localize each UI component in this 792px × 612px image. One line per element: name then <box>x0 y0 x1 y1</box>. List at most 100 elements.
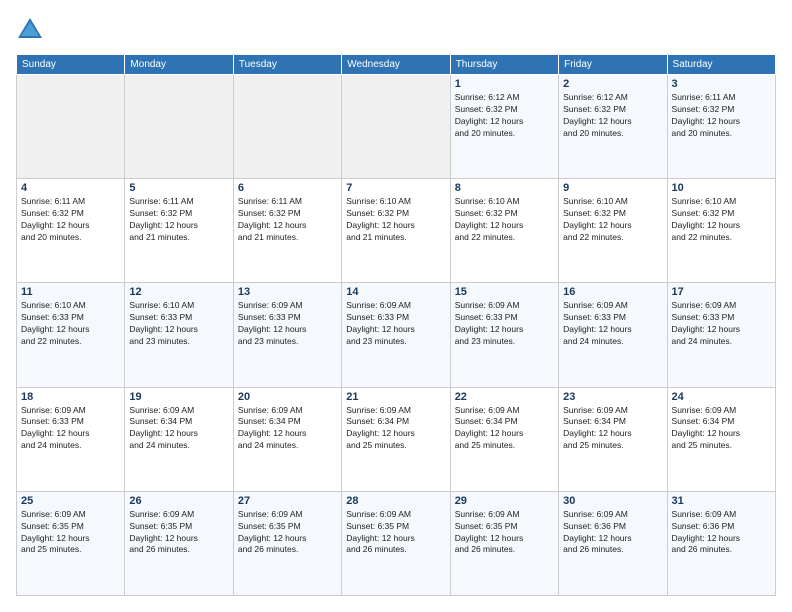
calendar-week-row: 4 Sunrise: 6:11 AMSunset: 6:32 PMDaylight… <box>17 179 776 283</box>
day-number: 11 <box>21 286 120 298</box>
day-info: Sunrise: 6:11 AMSunset: 6:32 PMDaylight:… <box>21 196 120 244</box>
day-info: Sunrise: 6:09 AMSunset: 6:34 PMDaylight:… <box>672 405 771 453</box>
calendar-cell: 3Sunrise: 6:11 AMSunset: 6:32 PMDaylight… <box>667 75 775 179</box>
logo-icon <box>16 16 44 44</box>
day-number: 20 <box>238 391 337 403</box>
day-info: Sunrise: 6:09 AMSunset: 6:34 PMDaylight:… <box>238 405 337 453</box>
day-number: 6 <box>238 182 337 194</box>
calendar-cell: 10 Sunrise: 6:10 AMSunset: 6:32 PMDayligh… <box>667 179 775 283</box>
day-number: 31 <box>672 495 771 507</box>
calendar-cell: 16 Sunrise: 6:09 AMSunset: 6:33 PMDayligh… <box>559 283 667 387</box>
calendar-cell: 26Sunrise: 6:09 AMSunset: 6:35 PMDayligh… <box>125 491 233 595</box>
header <box>16 16 776 44</box>
calendar-week-row: 18Sunrise: 6:09 AMSunset: 6:33 PMDayligh… <box>17 387 776 491</box>
calendar-cell <box>233 75 341 179</box>
calendar-cell: 28 Sunrise: 6:09 AMSunset: 6:35 PMDayligh… <box>342 491 450 595</box>
day-info: Sunrise: 6:09 AMSunset: 6:36 PMDaylight:… <box>563 509 662 557</box>
day-info: Sunrise: 6:09 AMSunset: 6:34 PMDaylight:… <box>129 405 228 453</box>
calendar-cell: 5 Sunrise: 6:11 AMSunset: 6:32 PMDaylight… <box>125 179 233 283</box>
day-number: 23 <box>563 391 662 403</box>
day-info: Sunrise: 6:11 AMSunset: 6:32 PMDaylight:… <box>129 196 228 244</box>
day-number: 4 <box>21 182 120 194</box>
calendar-cell: 8 Sunrise: 6:10 AMSunset: 6:32 PMDaylight… <box>450 179 558 283</box>
calendar-cell: 18Sunrise: 6:09 AMSunset: 6:33 PMDayligh… <box>17 387 125 491</box>
day-number: 5 <box>129 182 228 194</box>
calendar-cell: 22 Sunrise: 6:09 AMSunset: 6:34 PMDayligh… <box>450 387 558 491</box>
calendar-cell: 17 Sunrise: 6:09 AMSunset: 6:33 PMDayligh… <box>667 283 775 387</box>
day-number: 30 <box>563 495 662 507</box>
day-number: 13 <box>238 286 337 298</box>
day-info: Sunrise: 6:09 AMSunset: 6:33 PMDaylight:… <box>672 300 771 348</box>
calendar-cell: 7 Sunrise: 6:10 AMSunset: 6:32 PMDaylight… <box>342 179 450 283</box>
day-number: 10 <box>672 182 771 194</box>
calendar-cell: 25 Sunrise: 6:09 AMSunset: 6:35 PMDayligh… <box>17 491 125 595</box>
day-info: Sunrise: 6:10 AMSunset: 6:32 PMDaylight:… <box>672 196 771 244</box>
day-info: Sunrise: 6:10 AMSunset: 6:32 PMDaylight:… <box>346 196 445 244</box>
day-info: Sunrise: 6:09 AMSunset: 6:33 PMDaylight:… <box>346 300 445 348</box>
day-number: 8 <box>455 182 554 194</box>
calendar-week-row: 1 Sunrise: 6:12 AMSunset: 6:32 PMDaylight… <box>17 75 776 179</box>
day-number: 9 <box>563 182 662 194</box>
calendar-header-row: SundayMondayTuesdayWednesdayThursdayFrid… <box>17 55 776 75</box>
day-number: 19 <box>129 391 228 403</box>
day-number: 26 <box>129 495 228 507</box>
calendar-cell: 20 Sunrise: 6:09 AMSunset: 6:34 PMDayligh… <box>233 387 341 491</box>
calendar-day-header: Saturday <box>667 55 775 75</box>
day-number: 15 <box>455 286 554 298</box>
calendar-day-header: Monday <box>125 55 233 75</box>
day-number: 7 <box>346 182 445 194</box>
day-info: Sunrise: 6:09 AMSunset: 6:34 PMDaylight:… <box>455 405 554 453</box>
calendar-cell: 2 Sunrise: 6:12 AMSunset: 6:32 PMDaylight… <box>559 75 667 179</box>
day-info: Sunrise: 6:10 AMSunset: 6:32 PMDaylight:… <box>563 196 662 244</box>
day-info: Sunrise: 6:10 AMSunset: 6:32 PMDaylight:… <box>455 196 554 244</box>
day-info: Sunrise: 6:09 AMSunset: 6:33 PMDaylight:… <box>563 300 662 348</box>
day-info: Sunrise: 6:09 AMSunset: 6:35 PMDaylight:… <box>455 509 554 557</box>
day-number: 17 <box>672 286 771 298</box>
calendar-cell: 24 Sunrise: 6:09 AMSunset: 6:34 PMDayligh… <box>667 387 775 491</box>
day-info: Sunrise: 6:09 AMSunset: 6:36 PMDaylight:… <box>672 509 771 557</box>
day-info: Sunrise: 6:12 AMSunset: 6:32 PMDaylight:… <box>563 92 662 140</box>
day-info: Sunrise: 6:09 AMSunset: 6:33 PMDaylight:… <box>455 300 554 348</box>
day-number: 12 <box>129 286 228 298</box>
calendar-day-header: Wednesday <box>342 55 450 75</box>
day-number: 29 <box>455 495 554 507</box>
calendar-cell: 13 Sunrise: 6:09 AMSunset: 6:33 PMDayligh… <box>233 283 341 387</box>
calendar-cell: 6 Sunrise: 6:11 AMSunset: 6:32 PMDaylight… <box>233 179 341 283</box>
calendar-body: 1 Sunrise: 6:12 AMSunset: 6:32 PMDaylight… <box>17 75 776 596</box>
calendar-cell: 23 Sunrise: 6:09 AMSunset: 6:34 PMDayligh… <box>559 387 667 491</box>
day-info: Sunrise: 6:09 AMSunset: 6:33 PMDaylight:… <box>238 300 337 348</box>
day-info: Sunrise: 6:11 AMSunset: 6:32 PMDaylight:… <box>238 196 337 244</box>
calendar-cell: 30 Sunrise: 6:09 AMSunset: 6:36 PMDayligh… <box>559 491 667 595</box>
day-info: Sunrise: 6:09 AMSunset: 6:35 PMDaylight:… <box>346 509 445 557</box>
calendar-cell: 19 Sunrise: 6:09 AMSunset: 6:34 PMDayligh… <box>125 387 233 491</box>
day-info: Sunrise: 6:09 AMSunset: 6:35 PMDaylight:… <box>21 509 120 557</box>
calendar-cell: 11 Sunrise: 6:10 AMSunset: 6:33 PMDayligh… <box>17 283 125 387</box>
day-info: Sunrise: 6:10 AMSunset: 6:33 PMDaylight:… <box>21 300 120 348</box>
day-number: 2 <box>563 78 662 90</box>
logo <box>16 16 48 44</box>
calendar-cell: 14Sunrise: 6:09 AMSunset: 6:33 PMDayligh… <box>342 283 450 387</box>
calendar-cell: 1 Sunrise: 6:12 AMSunset: 6:32 PMDaylight… <box>450 75 558 179</box>
calendar-day-header: Friday <box>559 55 667 75</box>
calendar-week-row: 11 Sunrise: 6:10 AMSunset: 6:33 PMDayligh… <box>17 283 776 387</box>
day-info: Sunrise: 6:09 AMSunset: 6:34 PMDaylight:… <box>563 405 662 453</box>
day-number: 24 <box>672 391 771 403</box>
day-number: 3 <box>672 78 771 90</box>
day-number: 18 <box>21 391 120 403</box>
day-number: 16 <box>563 286 662 298</box>
calendar-cell <box>342 75 450 179</box>
day-info: Sunrise: 6:12 AMSunset: 6:32 PMDaylight:… <box>455 92 554 140</box>
calendar-cell: 9 Sunrise: 6:10 AMSunset: 6:32 PMDaylight… <box>559 179 667 283</box>
day-info: Sunrise: 6:09 AMSunset: 6:34 PMDaylight:… <box>346 405 445 453</box>
calendar-cell: 27Sunrise: 6:09 AMSunset: 6:35 PMDayligh… <box>233 491 341 595</box>
calendar-cell <box>17 75 125 179</box>
day-number: 1 <box>455 78 554 90</box>
calendar-day-header: Sunday <box>17 55 125 75</box>
day-number: 27 <box>238 495 337 507</box>
page: SundayMondayTuesdayWednesdayThursdayFrid… <box>0 0 792 612</box>
calendar-cell: 29 Sunrise: 6:09 AMSunset: 6:35 PMDayligh… <box>450 491 558 595</box>
day-number: 25 <box>21 495 120 507</box>
calendar-cell: 15 Sunrise: 6:09 AMSunset: 6:33 PMDayligh… <box>450 283 558 387</box>
day-number: 22 <box>455 391 554 403</box>
day-number: 28 <box>346 495 445 507</box>
